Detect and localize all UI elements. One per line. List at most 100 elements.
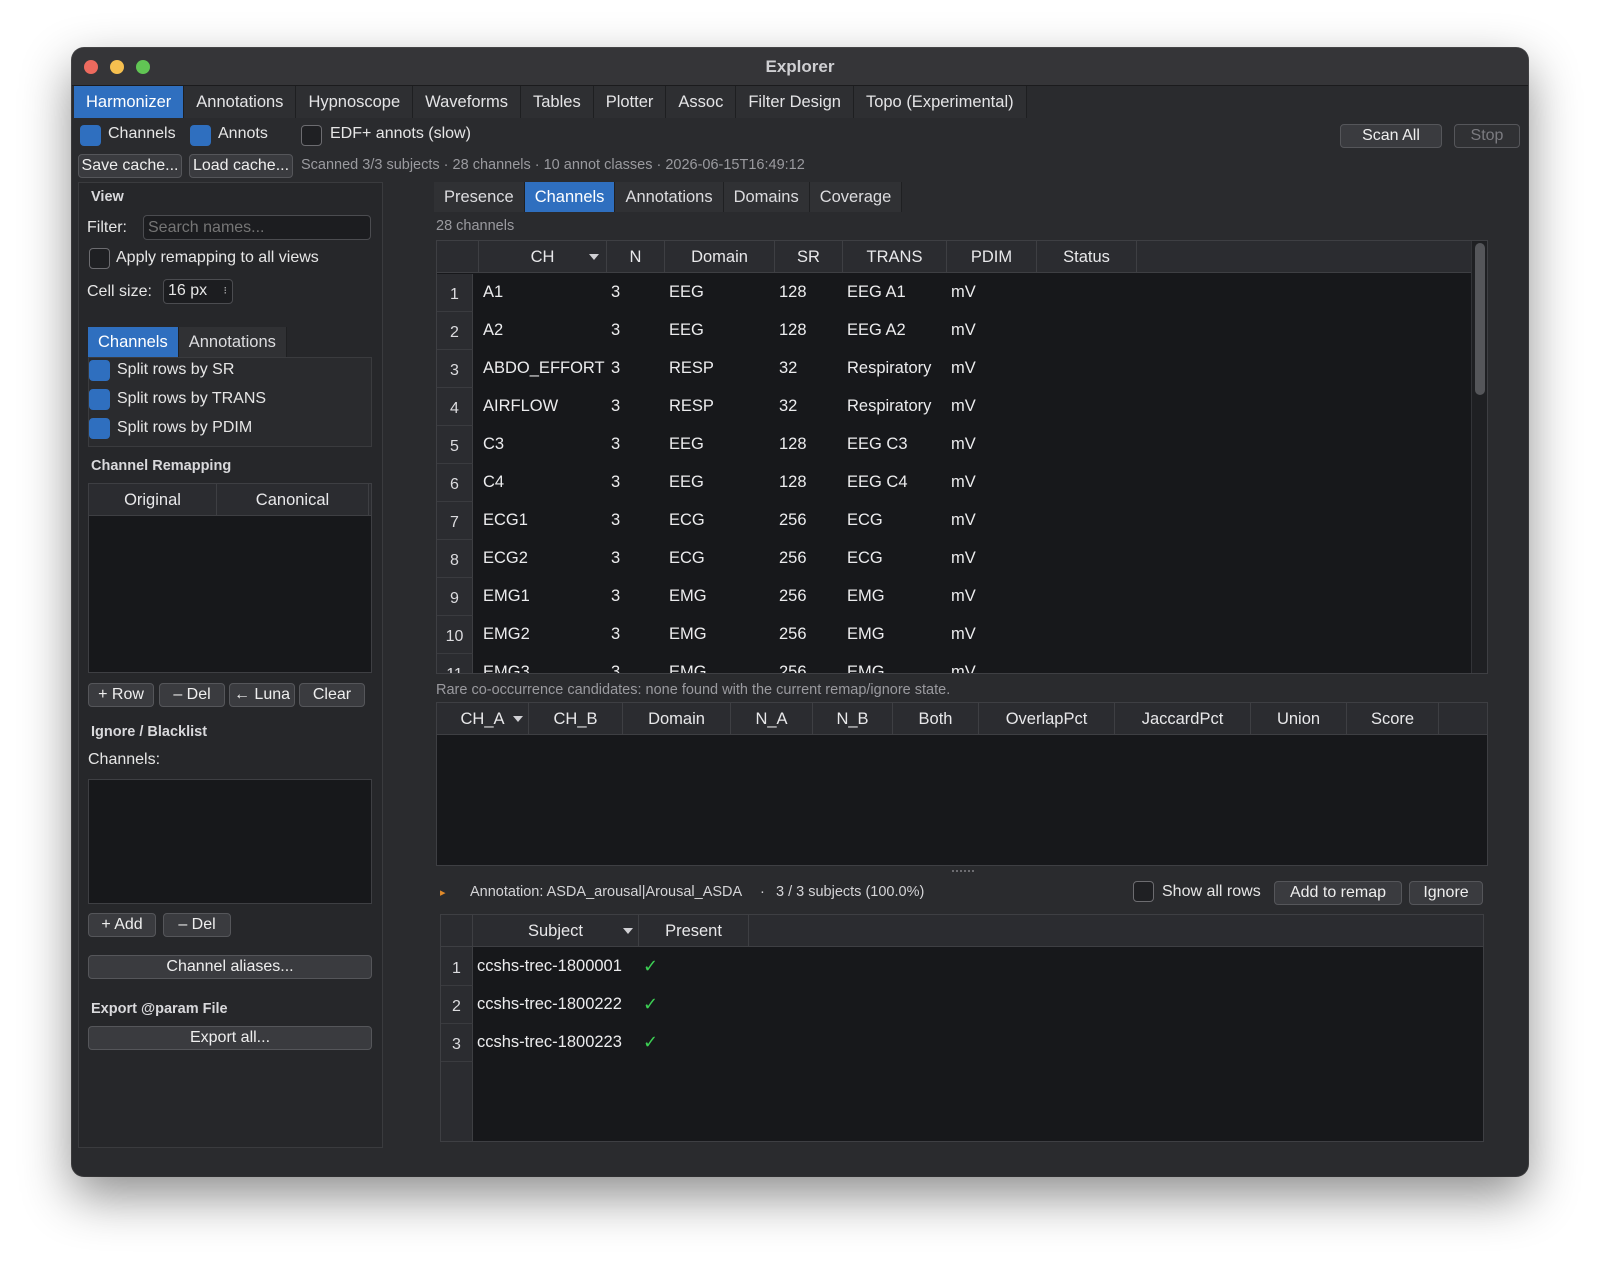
subject-row-number[interactable]: 1 — [441, 948, 473, 986]
channel-cell-sr[interactable]: 128 — [779, 435, 807, 454]
channels-checkbox[interactable] — [80, 125, 101, 146]
channel-cell-pdim[interactable]: mV — [951, 663, 976, 673]
row-number[interactable]: 5 — [437, 426, 473, 464]
cell-size-spinbox[interactable]: 16 px ⁝ — [163, 279, 233, 304]
save-cache-button[interactable]: Save cache... — [78, 154, 182, 178]
subject-row-number[interactable]: 2 — [441, 986, 473, 1024]
channel-cell-domain[interactable]: ECG — [669, 549, 705, 568]
col-sr[interactable]: SR — [775, 241, 843, 273]
channel-cell-n[interactable]: 3 — [611, 359, 620, 378]
channel-cell-ch[interactable]: ABDO_EFFORT — [483, 359, 605, 378]
channel-cell-pdim[interactable]: mV — [951, 511, 976, 530]
col-present[interactable]: Present — [639, 915, 749, 947]
channel-cell-n[interactable]: 3 — [611, 587, 620, 606]
channel-cell-n[interactable]: 3 — [611, 549, 620, 568]
channel-cell-sr[interactable]: 128 — [779, 283, 807, 302]
col-n[interactable]: N — [607, 241, 665, 273]
add-ignore-button[interactable]: + Add — [88, 913, 156, 937]
subject-id-cell[interactable]: ccshs-trec-1800223 — [477, 1033, 622, 1052]
channel-cell-trans[interactable]: EEG A2 — [847, 321, 906, 340]
tab-waveforms[interactable]: Waveforms — [413, 86, 521, 118]
channel-cell-pdim[interactable]: mV — [951, 397, 976, 416]
remap-table[interactable]: Original Canonical — [88, 483, 372, 673]
channel-cell-trans[interactable]: EEG C3 — [847, 435, 908, 454]
tab-plotter[interactable]: Plotter — [593, 86, 667, 118]
row-number[interactable]: 1 — [437, 274, 473, 312]
channel-table-scroll-thumb[interactable] — [1475, 243, 1485, 395]
tab-harmonizer[interactable]: Harmonizer — [74, 86, 185, 118]
channel-cell-pdim[interactable]: mV — [951, 587, 976, 606]
subtab-annotations[interactable]: Annotations — [178, 327, 287, 357]
channel-cell-sr[interactable]: 32 — [779, 359, 797, 378]
channel-cell-domain[interactable]: EEG — [669, 321, 704, 340]
col-canonical[interactable]: Canonical — [217, 484, 369, 516]
channel-cell-sr[interactable]: 32 — [779, 397, 797, 416]
subject-id-cell[interactable]: ccshs-trec-1800001 — [477, 957, 622, 976]
channel-cell-pdim[interactable]: mV — [951, 625, 976, 644]
channel-cell-pdim[interactable]: mV — [951, 321, 976, 340]
channel-cell-domain[interactable]: EMG — [669, 625, 707, 644]
channel-cell-ch[interactable]: EMG1 — [483, 587, 530, 606]
channel-cell-trans[interactable]: ECG — [847, 549, 883, 568]
tab-filter-design[interactable]: Filter Design — [736, 86, 854, 118]
split-sr-checkbox[interactable] — [89, 360, 110, 381]
channel-cell-pdim[interactable]: mV — [951, 435, 976, 454]
channel-cell-n[interactable]: 3 — [611, 625, 620, 644]
channel-cell-trans[interactable]: EEG C4 — [847, 473, 908, 492]
delete-ignore-button[interactable]: – Del — [163, 913, 231, 937]
subtab-channels[interactable]: Channels — [88, 327, 179, 357]
spin-arrows-icon[interactable]: ⁝ — [224, 280, 228, 302]
channel-cell-sr[interactable]: 256 — [779, 511, 807, 530]
channel-cell-n[interactable]: 3 — [611, 511, 620, 530]
row-number[interactable]: 6 — [437, 464, 473, 502]
channel-cell-domain[interactable]: RESP — [669, 397, 714, 416]
channel-cell-ch[interactable]: ECG2 — [483, 549, 528, 568]
channel-cell-domain[interactable]: RESP — [669, 359, 714, 378]
channel-cell-ch[interactable]: ECG1 — [483, 511, 528, 530]
tab-assoc[interactable]: Assoc — [666, 86, 737, 118]
channel-cell-domain[interactable]: EMG — [669, 587, 707, 606]
col-both[interactable]: Both — [893, 703, 979, 735]
col-pdim[interactable]: PDIM — [947, 241, 1037, 273]
channel-cell-pdim[interactable]: mV — [951, 473, 976, 492]
channel-cell-ch[interactable]: EMG2 — [483, 625, 530, 644]
row-number[interactable]: 9 — [437, 578, 473, 616]
col-subject[interactable]: Subject — [473, 915, 639, 947]
subject-row-number[interactable]: 3 — [441, 1024, 473, 1062]
split-pdim-checkbox[interactable] — [89, 418, 110, 439]
tab-annotations-view[interactable]: Annotations — [615, 182, 724, 212]
ignore-button[interactable]: Ignore — [1409, 881, 1483, 905]
splitter-handle[interactable] — [952, 870, 974, 874]
col-n-a[interactable]: N_A — [731, 703, 813, 735]
delete-row-button[interactable]: – Del — [159, 683, 225, 707]
channel-cell-trans[interactable]: ECG — [847, 511, 883, 530]
channel-cell-n[interactable]: 3 — [611, 321, 620, 340]
channel-cell-domain[interactable]: EEG — [669, 473, 704, 492]
stop-button[interactable]: Stop — [1454, 124, 1520, 148]
channel-cell-domain[interactable]: EEG — [669, 283, 704, 302]
channel-cell-trans[interactable]: EEG A1 — [847, 283, 906, 302]
channel-cell-domain[interactable]: ECG — [669, 511, 705, 530]
channel-cell-n[interactable]: 3 — [611, 283, 620, 302]
row-number[interactable]: 7 — [437, 502, 473, 540]
add-row-button[interactable]: + Row — [88, 683, 154, 707]
row-number[interactable]: 11 — [437, 654, 473, 673]
tab-channels[interactable]: Channels — [524, 182, 616, 212]
tab-presence[interactable]: Presence — [434, 182, 525, 212]
ignore-channels-list[interactable] — [88, 779, 372, 904]
edf-annots-checkbox[interactable] — [301, 125, 322, 146]
apply-remap-checkbox[interactable] — [89, 248, 110, 269]
channel-cell-pdim[interactable]: mV — [951, 359, 976, 378]
tab-annotations[interactable]: Annotations — [184, 86, 297, 118]
channel-cell-n[interactable]: 3 — [611, 435, 620, 454]
col-ch[interactable]: CH — [479, 241, 607, 273]
tab-tables[interactable]: Tables — [521, 86, 594, 118]
channel-cell-domain[interactable]: EMG — [669, 663, 707, 673]
channel-cell-n[interactable]: 3 — [611, 397, 620, 416]
row-number[interactable]: 2 — [437, 312, 473, 350]
channel-cell-sr[interactable]: 256 — [779, 625, 807, 644]
filter-search-input[interactable] — [143, 215, 371, 240]
col-jaccard-pct[interactable]: JaccardPct — [1115, 703, 1251, 735]
channel-cell-sr[interactable]: 256 — [779, 549, 807, 568]
channel-cell-trans[interactable]: Respiratory — [847, 359, 931, 378]
